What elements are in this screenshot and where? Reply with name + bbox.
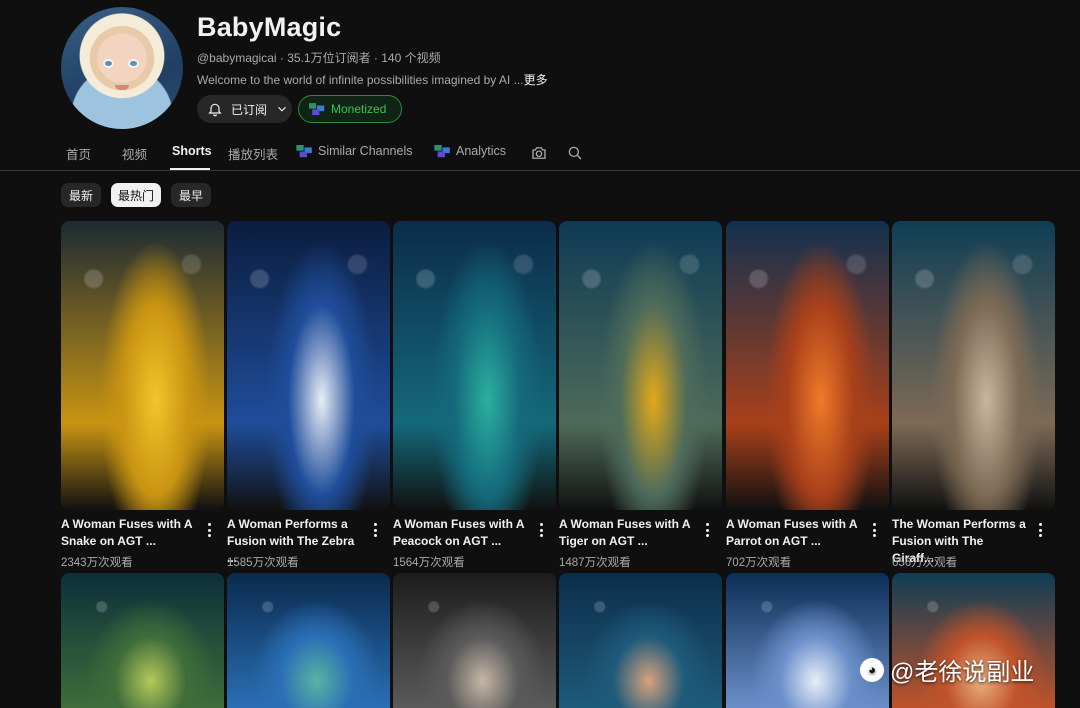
avatar-eye <box>103 59 114 68</box>
tab-playlists[interactable]: 播放列表 <box>228 144 278 163</box>
short-card[interactable]: A Woman Performs a Fusion with The Zebra… <box>227 221 390 569</box>
short-card[interactable] <box>892 573 1055 708</box>
short-title[interactable]: A Woman Fuses with A Parrot on AGT ... <box>726 516 861 550</box>
short-thumbnail[interactable] <box>892 221 1055 510</box>
short-thumbnail[interactable] <box>393 221 556 510</box>
chip-popular[interactable]: 最热门 <box>111 183 161 207</box>
short-card[interactable]: The Woman Performs a Fusion with The Gir… <box>892 221 1055 569</box>
tab-label: 首页 <box>66 148 92 162</box>
more-options-icon[interactable] <box>206 523 212 537</box>
tab-label: 播放列表 <box>228 148 279 162</box>
channel-tabs: 首页 视频 Shorts 播放列表 Similar Channels Analy… <box>0 134 1080 171</box>
tab-analytics[interactable]: Analytics <box>434 144 506 158</box>
short-card[interactable] <box>61 573 224 708</box>
short-card[interactable] <box>726 573 889 708</box>
chevron-down-icon <box>278 106 286 112</box>
short-views: 702万次观看 <box>726 557 792 569</box>
vidiq-logo-icon <box>309 102 325 115</box>
short-thumbnail[interactable] <box>393 573 556 708</box>
short-views: 1585万次观看 <box>227 557 299 569</box>
watermark-text: @老徐说副业 <box>890 659 1035 686</box>
avatar-eye <box>128 59 139 68</box>
short-views: 656万次观看 <box>892 557 958 569</box>
subscribed-button[interactable]: 已订阅 <box>197 95 292 123</box>
camera-icon[interactable] <box>530 144 548 162</box>
tab-similar-channels[interactable]: Similar Channels <box>296 144 412 158</box>
monetized-button[interactable]: Monetized <box>298 95 402 123</box>
subscribed-label: 已订阅 <box>231 102 268 117</box>
search-icon[interactable] <box>566 144 584 162</box>
chip-latest[interactable]: 最新 <box>61 183 101 207</box>
short-thumbnail[interactable] <box>227 573 390 708</box>
short-card[interactable] <box>393 573 556 708</box>
watermark: ◕ @老徐说副业 <box>860 652 1034 687</box>
vidiq-logo-icon <box>296 144 312 157</box>
more-options-icon[interactable] <box>1037 523 1043 537</box>
channel-description[interactable]: Welcome to the world of infinite possibi… <box>197 71 548 88</box>
channel-name: BabyMagic <box>197 12 342 42</box>
avatar-mouth <box>115 85 129 90</box>
short-card[interactable] <box>227 573 390 708</box>
more-options-icon[interactable] <box>871 523 877 537</box>
short-title[interactable]: A Woman Fuses with A Tiger on AGT ... <box>559 516 694 550</box>
short-thumbnail[interactable] <box>61 221 224 510</box>
tab-home[interactable]: 首页 <box>66 144 91 163</box>
chip-label: 最新 <box>68 188 93 203</box>
short-card[interactable]: A Woman Fuses with A Parrot on AGT ... 70… <box>726 221 889 569</box>
chip-label: 最热门 <box>117 188 154 203</box>
short-thumbnail[interactable] <box>227 221 390 510</box>
tab-label: Shorts <box>172 144 212 158</box>
more-options-icon[interactable] <box>372 523 378 537</box>
short-title[interactable]: A Woman Fuses with A Peacock on AGT ... <box>393 516 528 550</box>
more-options-icon[interactable] <box>704 523 710 537</box>
more-link[interactable]: 更多 <box>524 73 548 87</box>
short-thumbnail[interactable] <box>559 573 722 708</box>
channel-description-text: Welcome to the world of infinite possibi… <box>197 73 524 87</box>
short-card[interactable]: A Woman Fuses with A Peacock on AGT ... 1… <box>393 221 556 569</box>
short-views: 2343万次观看 <box>61 557 133 569</box>
more-options-icon[interactable] <box>538 523 544 537</box>
short-title[interactable]: A Woman Fuses with A Snake on AGT ... <box>61 516 196 550</box>
tab-videos[interactable]: 视频 <box>122 144 147 163</box>
tab-label: Similar Channels <box>318 144 413 158</box>
chip-label: 最早 <box>178 188 203 203</box>
monetized-label: Monetized <box>331 102 387 116</box>
vidiq-logo-icon <box>434 144 450 157</box>
short-views: 1564万次观看 <box>393 557 465 569</box>
short-thumbnail[interactable] <box>61 573 224 708</box>
short-thumbnail[interactable] <box>726 221 889 510</box>
tab-label: 视频 <box>122 148 148 162</box>
active-tab-indicator <box>170 168 210 170</box>
channel-avatar[interactable] <box>61 7 183 129</box>
short-card[interactable]: A Woman Fuses with A Tiger on AGT ... 148… <box>559 221 722 569</box>
chip-oldest[interactable]: 最早 <box>171 183 211 207</box>
weibo-logo-icon: ◕ <box>860 657 884 682</box>
channel-meta: @babymagicai · 35.1万位订阅者 · 140 个视频 <box>197 51 441 65</box>
short-thumbnail[interactable] <box>559 221 722 510</box>
short-views: 1487万次观看 <box>559 557 631 569</box>
short-card[interactable] <box>559 573 722 708</box>
tab-label: Analytics <box>456 144 507 158</box>
short-card[interactable]: A Woman Fuses with A Snake on AGT ... 234… <box>61 221 224 569</box>
bell-icon <box>208 103 222 117</box>
short-thumbnail[interactable] <box>726 573 889 708</box>
tab-shorts[interactable]: Shorts <box>172 144 212 158</box>
short-thumbnail[interactable] <box>892 573 1055 708</box>
